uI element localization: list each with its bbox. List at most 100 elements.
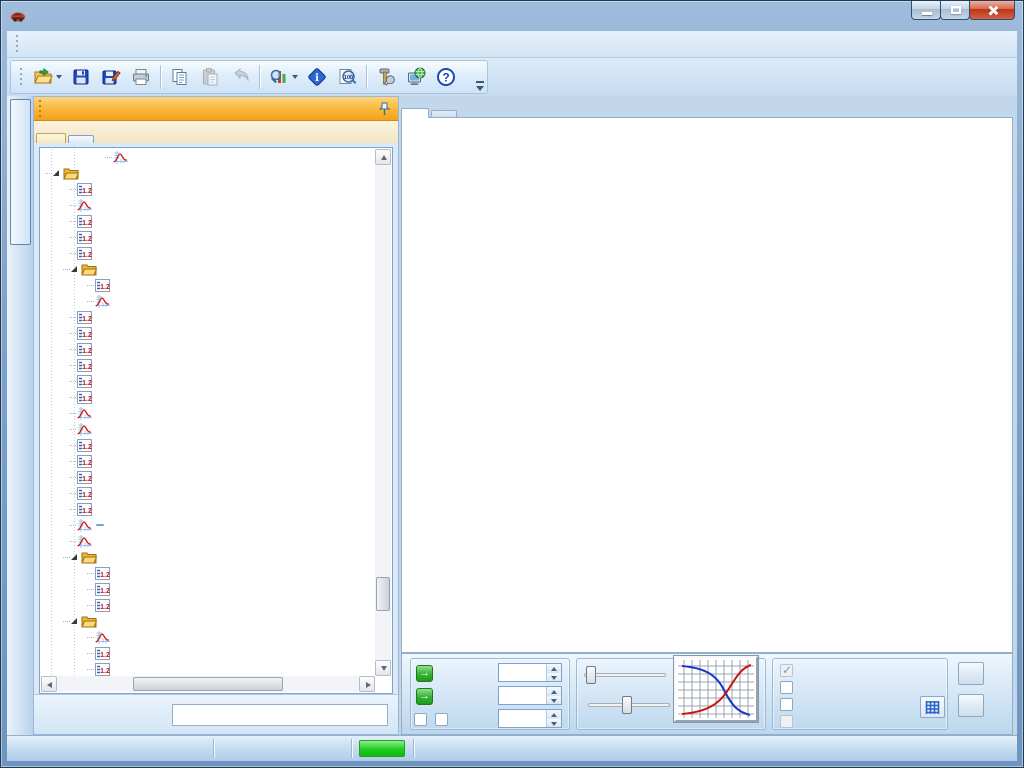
- tree-item[interactable]: [41, 197, 375, 213]
- search-input[interactable]: [172, 704, 388, 726]
- tree-item[interactable]: [41, 629, 375, 645]
- menu-item-4[interactable]: [72, 40, 88, 48]
- zoom-100-button[interactable]: 100: [332, 63, 362, 91]
- relative-input[interactable]: [499, 710, 546, 727]
- tree-item[interactable]: 1.2: [41, 373, 375, 389]
- set-to-input[interactable]: [499, 664, 546, 681]
- tree-item[interactable]: 1.2: [41, 213, 375, 229]
- tree-folder[interactable]: [41, 165, 375, 181]
- tree-item[interactable]: 1.2: [41, 357, 375, 373]
- tree-item[interactable]: 1.2: [41, 437, 375, 453]
- scroll-right-button[interactable]: [359, 676, 375, 692]
- scroll-down-button[interactable]: [375, 660, 391, 676]
- info-button[interactable]: i: [302, 63, 332, 91]
- chart-view-button[interactable]: [264, 63, 302, 91]
- tree-item[interactable]: 1.2: [41, 645, 375, 661]
- copy-button[interactable]: [165, 63, 195, 91]
- tree-item[interactable]: [41, 517, 375, 533]
- close-button[interactable]: [969, 1, 1015, 20]
- tree-item[interactable]: [41, 405, 375, 421]
- scroll-left-button[interactable]: [41, 676, 57, 692]
- tree-folder[interactable]: [41, 549, 375, 565]
- save-button[interactable]: [66, 63, 96, 91]
- spin-down-icon[interactable]: [547, 695, 561, 704]
- pin-icon[interactable]: [378, 102, 391, 116]
- menu-item-3[interactable]: [56, 40, 72, 48]
- expand-triangle-icon[interactable]: [71, 266, 77, 272]
- scroll-up-button[interactable]: [375, 149, 391, 165]
- dropdown-arrow-icon[interactable]: [291, 75, 298, 79]
- tools-button[interactable]: [371, 63, 401, 91]
- calibration-chart[interactable]: [402, 118, 1012, 652]
- vertical-scroll-thumb[interactable]: [376, 577, 390, 611]
- option-checkbox-2[interactable]: [780, 681, 793, 694]
- menu-item-7[interactable]: [120, 40, 136, 48]
- option-checkbox-3[interactable]: [780, 698, 793, 711]
- option-checkbox-4[interactable]: [780, 715, 793, 728]
- tree-item[interactable]: 1.2: [41, 581, 375, 597]
- tree-item[interactable]: 1.2: [41, 453, 375, 469]
- comments-tab[interactable]: [10, 99, 31, 245]
- dropdown-arrow-icon[interactable]: [55, 75, 62, 79]
- change-by-input[interactable]: [499, 687, 546, 704]
- tree-item[interactable]: 1.2: [41, 181, 375, 197]
- z-axis-button[interactable]: [958, 694, 984, 717]
- toolbar-overflow-button[interactable]: [475, 80, 486, 93]
- print-button[interactable]: [126, 63, 156, 91]
- online-button[interactable]: [401, 63, 431, 91]
- tree-item[interactable]: 1.2: [41, 245, 375, 261]
- x-slider[interactable]: [584, 666, 666, 684]
- menu-item-6[interactable]: [104, 40, 120, 48]
- undo-button[interactable]: [225, 63, 255, 91]
- tree-item[interactable]: [41, 293, 375, 309]
- tree-item[interactable]: 1.2: [41, 597, 375, 613]
- tree-item[interactable]: [41, 533, 375, 549]
- spin-up-icon[interactable]: [547, 710, 561, 719]
- x-axis-button[interactable]: [958, 662, 984, 685]
- title-bar[interactable]: [1, 1, 1023, 31]
- tree-item[interactable]: 1.2: [41, 469, 375, 485]
- tree-item[interactable]: 1.2: [41, 341, 375, 357]
- apply-set-button[interactable]: →: [416, 664, 433, 682]
- spin-up-icon[interactable]: [547, 664, 561, 673]
- paste-button[interactable]: [195, 63, 225, 91]
- tab-grafik[interactable]: [401, 108, 429, 118]
- tree-item[interactable]: 1.2: [41, 309, 375, 325]
- menu-item-2[interactable]: [40, 40, 56, 48]
- tree-item[interactable]: 1.2: [41, 565, 375, 581]
- menu-item-5[interactable]: [88, 40, 104, 48]
- tree-item[interactable]: 1.2: [41, 229, 375, 245]
- menu-item-1[interactable]: [24, 40, 40, 48]
- expand-triangle-icon[interactable]: [53, 170, 59, 176]
- tree-item[interactable]: 1.2: [41, 485, 375, 501]
- tree-item[interactable]: 1.2: [41, 501, 375, 517]
- tree-item[interactable]: [41, 421, 375, 437]
- maximize-button[interactable]: [940, 1, 970, 20]
- tree-folder[interactable]: [41, 261, 375, 277]
- tree-vertical-scrollbar[interactable]: [375, 149, 391, 676]
- tree-folder[interactable]: [41, 613, 375, 629]
- spin-down-icon[interactable]: [547, 672, 561, 681]
- tree-item[interactable]: [41, 149, 375, 165]
- curve-preview-button[interactable]: [673, 655, 759, 723]
- filter-tab-Фильтр[interactable]: [68, 135, 94, 143]
- y-slider[interactable]: [588, 696, 670, 714]
- tree-item[interactable]: 1.2: [41, 661, 375, 676]
- minimize-button[interactable]: [911, 1, 941, 20]
- help-button[interactable]: ?: [431, 63, 461, 91]
- open-button[interactable]: [28, 63, 66, 91]
- spin-up-icon[interactable]: [547, 687, 561, 696]
- option-checkbox-1[interactable]: [780, 663, 793, 677]
- horizontal-scroll-thumb[interactable]: [133, 677, 283, 691]
- spin-down-icon[interactable]: [547, 718, 561, 727]
- tree-horizontal-scrollbar[interactable]: [41, 676, 375, 692]
- filter-tab-Все[interactable]: [36, 133, 66, 143]
- grid-button[interactable]: [920, 696, 945, 718]
- save-as-button[interactable]: [96, 63, 126, 91]
- slider-thumb[interactable]: [586, 666, 596, 684]
- apply-change-button[interactable]: →: [416, 687, 433, 705]
- tree-item[interactable]: 1.2: [41, 277, 375, 293]
- expand-triangle-icon[interactable]: [71, 618, 77, 624]
- percent-checkbox[interactable]: [414, 712, 427, 726]
- relative-checkbox[interactable]: [435, 712, 448, 726]
